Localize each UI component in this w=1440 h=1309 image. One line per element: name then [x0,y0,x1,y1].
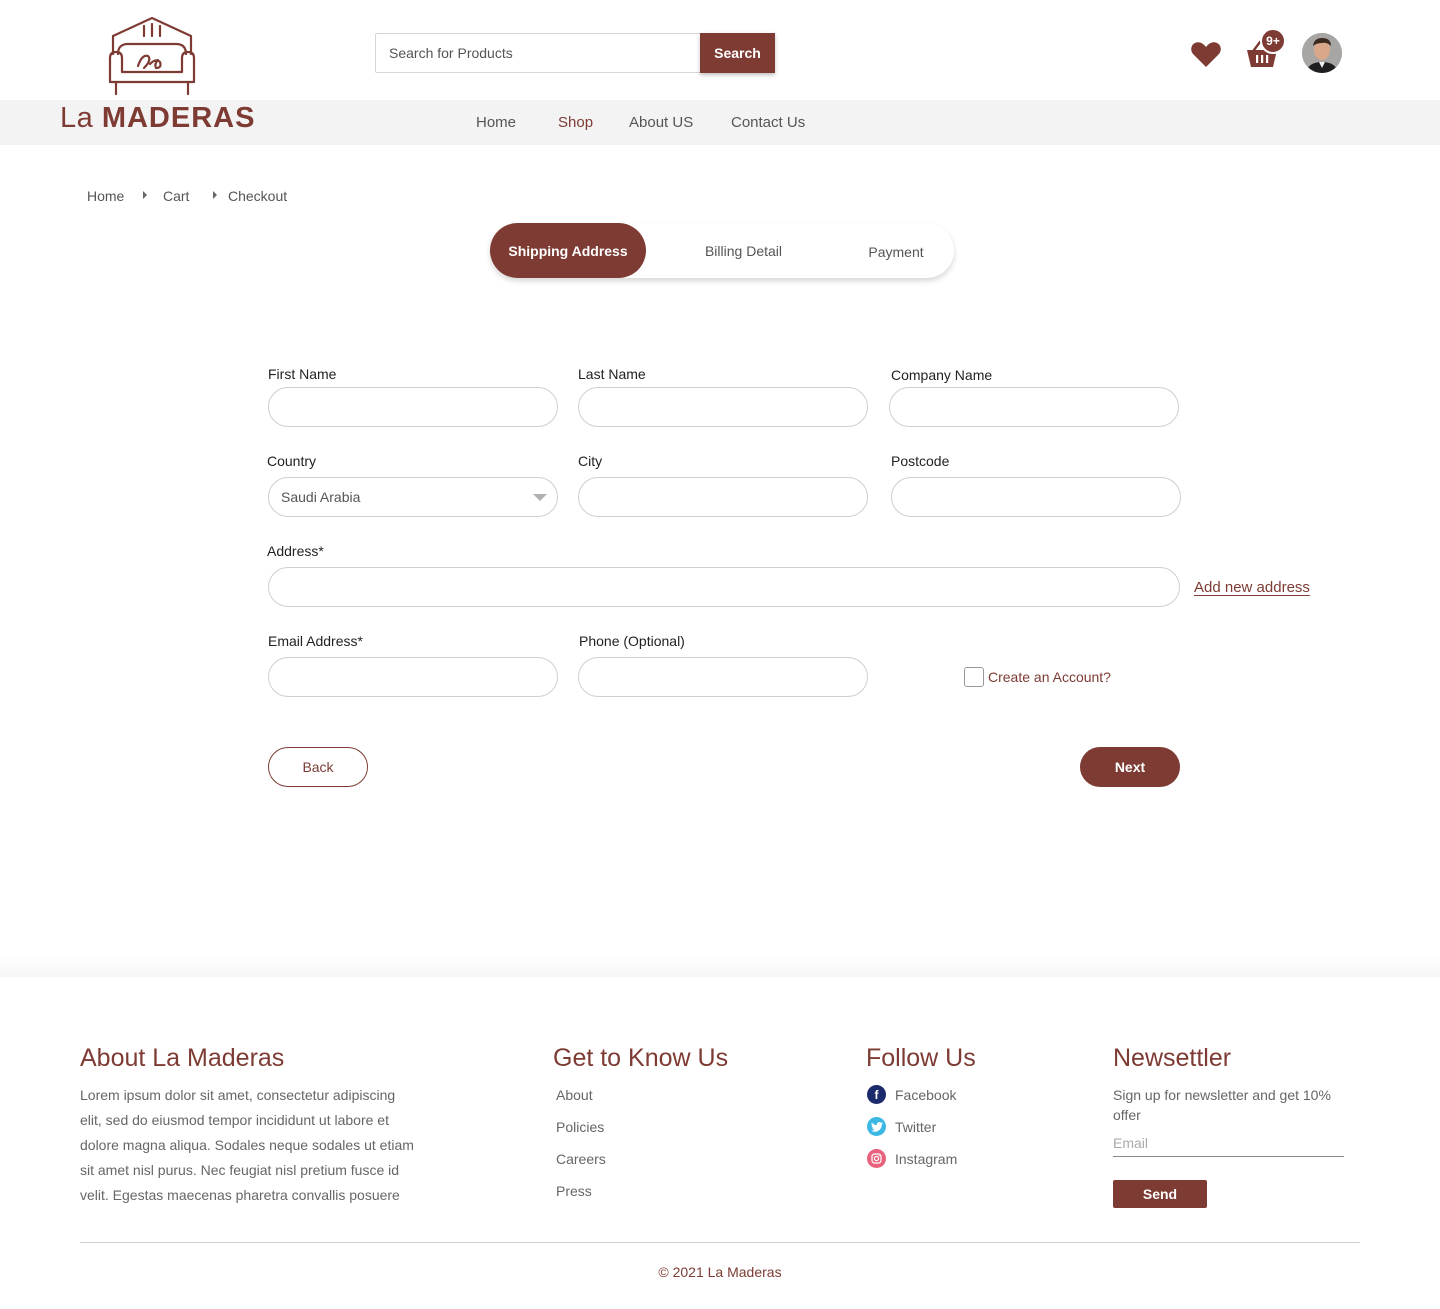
social-facebook-label: Facebook [895,1086,957,1103]
social-instagram-label: Instagram [895,1150,958,1167]
chevron-right-icon [143,191,147,199]
create-account-checkbox[interactable] [964,667,984,687]
social-facebook[interactable]: f Facebook [867,1085,956,1104]
user-photo-icon [1302,33,1342,73]
first-name-label: First Name [268,366,337,382]
footer-link-policies[interactable]: Policies [556,1119,604,1135]
nav-shop[interactable]: Shop [558,114,593,131]
step-payment[interactable]: Payment [850,223,942,278]
social-twitter-label: Twitter [895,1118,937,1135]
logo-text-bold: MADERAS [101,102,256,134]
breadcrumb-checkout: Checkout [228,188,288,204]
first-name-field[interactable] [268,387,558,427]
footer-follow-title: Follow Us [866,1044,976,1072]
footer-shadow [0,955,1440,977]
search-input[interactable] [375,33,701,73]
city-label: City [578,453,603,469]
email-label: Email Address* [268,633,363,649]
breadcrumb-home[interactable]: Home [87,188,124,204]
chevron-right-icon [213,191,217,199]
logo[interactable]: La MADERAS [58,14,258,139]
twitter-icon [867,1117,886,1136]
city-field[interactable] [578,477,868,517]
footer-newsletter-title: Newsettler [1113,1044,1232,1072]
footer-about-title: About La Maderas [80,1044,285,1072]
breadcrumb-cart[interactable]: Cart [163,188,189,204]
email-field[interactable] [268,657,558,697]
company-name-label: Company Name [891,367,993,383]
logo-text-light: La [60,102,94,134]
footer-know-us-title: Get to Know Us [553,1044,729,1072]
address-field[interactable] [268,567,1180,607]
footer-divider [80,1242,1360,1243]
newsletter-email-input[interactable] [1113,1130,1344,1157]
instagram-icon [867,1149,886,1168]
address-label: Address* [267,543,324,559]
last-name-field[interactable] [578,387,868,427]
next-button[interactable]: Next [1080,747,1180,787]
postcode-field[interactable] [891,477,1181,517]
country-selected-value: Saudi Arabia [281,489,361,505]
sofa-house-logo-icon [108,16,196,96]
search-button[interactable]: Search [700,33,775,73]
add-new-address-link[interactable]: Add new address [1194,579,1310,596]
logo-text: La MADERAS [60,102,255,135]
company-name-field[interactable] [889,387,1179,427]
facebook-icon: f [867,1085,886,1104]
avatar[interactable] [1302,33,1342,73]
last-name-label: Last Name [578,366,646,382]
postcode-label: Postcode [891,453,950,469]
newsletter-send-button[interactable]: Send [1113,1180,1207,1208]
nav-contact-us[interactable]: Contact Us [731,114,805,131]
country-label: Country [267,453,317,469]
footer-link-careers[interactable]: Careers [556,1151,606,1167]
country-select[interactable]: Saudi Arabia [268,477,558,517]
phone-field[interactable] [578,657,868,697]
search-bar: Search [375,33,775,73]
footer-about-text: Lorem ipsum dolor sit amet, consectetur … [80,1087,414,1203]
phone-label: Phone (Optional) [579,633,685,649]
heart-icon[interactable] [1190,38,1222,70]
social-twitter[interactable]: Twitter [867,1117,936,1136]
social-instagram[interactable]: Instagram [867,1149,957,1168]
back-button[interactable]: Back [268,747,368,787]
checkout-steps: Shipping Address Billing Detail Payment [490,223,954,278]
create-account-label[interactable]: Create an Account? [988,669,1111,685]
nav-about-us[interactable]: About US [629,114,693,131]
footer-link-press[interactable]: Press [556,1183,592,1199]
copyright: © 2021 La Maderas [658,1264,782,1280]
caret-down-icon [533,494,547,501]
cart-count-badge: 9+ [1260,28,1286,54]
newsletter-text: Sign up for newsletter and get 10% offer [1113,1087,1331,1123]
step-billing-detail[interactable]: Billing Detail [680,223,807,278]
footer-link-about[interactable]: About [556,1087,593,1103]
step-shipping-address[interactable]: Shipping Address [490,223,646,278]
nav-home[interactable]: Home [476,114,516,131]
